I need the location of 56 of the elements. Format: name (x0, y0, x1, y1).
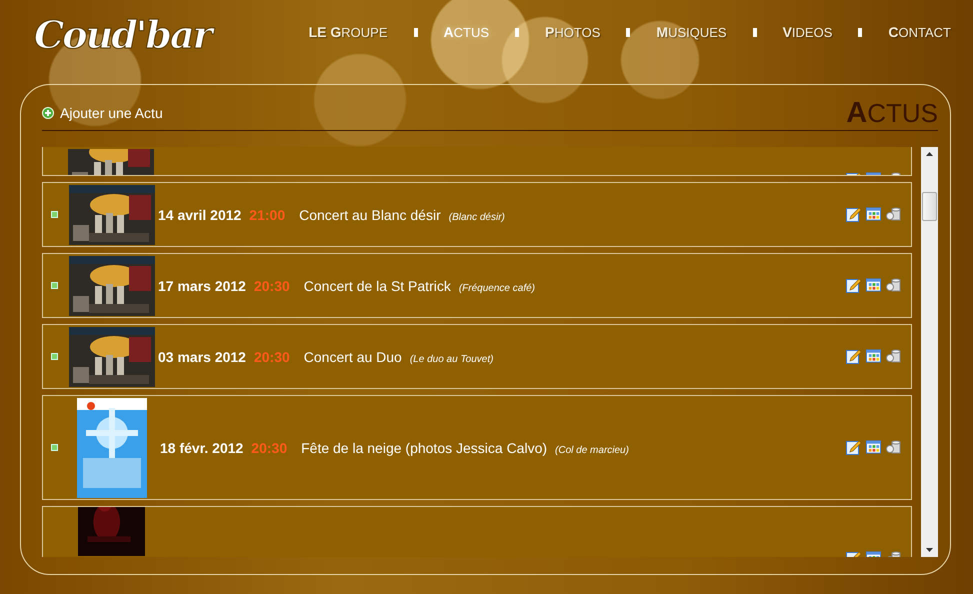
bullet-icon (51, 211, 58, 218)
edit-button[interactable] (846, 278, 861, 293)
trash-icon (886, 207, 901, 221)
calendar-button[interactable] (866, 440, 881, 455)
event-venue: (Blanc désir) (448, 212, 505, 222)
scroll-down-icon[interactable] (926, 548, 933, 552)
event-venue: (Fréquence café) (458, 282, 535, 294)
event-title[interactable]: Fête de la neige (photos Jessica Calvo) (301, 440, 548, 456)
pencil-icon (846, 349, 861, 364)
calendar-button[interactable] (866, 278, 881, 293)
event-venue: (Le duo au Touvet) (410, 354, 494, 364)
event-time: 21:00 (249, 206, 286, 222)
calendar-button[interactable] (866, 207, 881, 222)
calendar-button[interactable] (866, 349, 881, 364)
nav-link[interactable]: PHOTOS (545, 24, 600, 40)
event-date: 18 févr. 2012 (160, 440, 244, 456)
grid-icon (866, 207, 881, 221)
grid-icon (866, 440, 881, 454)
edit-button[interactable] (846, 207, 861, 222)
event-time: 20:30 (254, 278, 290, 294)
pencil-icon (846, 278, 861, 293)
event-title[interactable]: Concert de la St Patrick (304, 278, 451, 294)
bullet-icon (51, 353, 58, 360)
delete-button[interactable] (886, 440, 901, 455)
event-venue: (Col de marcieu) (555, 444, 629, 456)
nav-link[interactable]: LE GROUPE (308, 24, 388, 40)
nav-link[interactable]: CONTACT (888, 24, 951, 40)
edit-button[interactable] (846, 440, 861, 455)
scroll-up-icon[interactable] (926, 152, 933, 156)
delete-button[interactable] (886, 207, 901, 222)
event-date: 14 avril 2012 (158, 206, 242, 222)
event-date: 03 mars 2012 (158, 348, 246, 364)
delete-button[interactable] (886, 278, 901, 293)
nav-link[interactable]: VIDEOS (782, 24, 832, 40)
edit-button[interactable] (846, 349, 861, 364)
event-time: 20:30 (254, 348, 290, 364)
page-heading: ACTUS (846, 99, 938, 128)
bullet-icon (51, 282, 58, 289)
pencil-icon (846, 440, 861, 455)
event-date: 17 mars 2012 (158, 278, 246, 294)
trash-icon (886, 349, 901, 363)
plus-icon (42, 107, 54, 119)
scrollbar[interactable] (921, 147, 938, 557)
add-news-link[interactable]: Ajouter une Actu (42, 105, 163, 128)
bullet-icon (51, 444, 58, 451)
pencil-icon (846, 207, 861, 222)
event-time: 20:30 (251, 440, 288, 456)
scroll-thumb[interactable] (922, 192, 937, 221)
nav-link[interactable]: MUSIQUES (656, 24, 727, 40)
event-title[interactable]: Concert au Blanc désir (299, 206, 441, 222)
event-title[interactable]: Concert au Duo (304, 348, 402, 364)
delete-button[interactable] (886, 349, 901, 364)
grid-icon (866, 349, 881, 363)
grid-icon (866, 278, 881, 292)
trash-icon (886, 440, 901, 454)
trash-icon (886, 278, 901, 292)
